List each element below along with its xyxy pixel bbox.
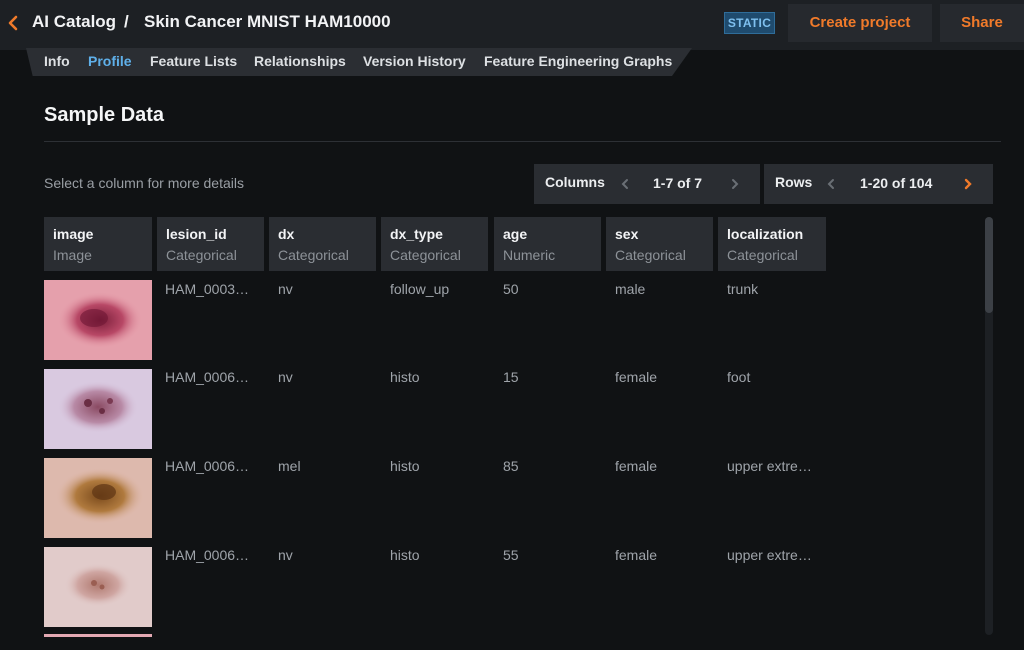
static-badge: STATIC — [724, 12, 775, 34]
cell-lesion-id: HAM_0006… — [165, 458, 250, 474]
column-hint: Select a column for more details — [44, 175, 244, 191]
top-header: AI Catalog / Skin Cancer MNIST HAM10000 … — [0, 0, 1024, 50]
column-type: Categorical — [278, 247, 349, 263]
back-chevron-icon[interactable] — [6, 13, 20, 33]
cell-age: 50 — [503, 281, 519, 297]
column-type: Image — [53, 247, 92, 263]
rows-pager: Rows 1-20 of 104 — [764, 164, 993, 204]
cell-lesion-id: HAM_0003… — [165, 281, 250, 297]
cell-dx-type: histo — [390, 369, 420, 385]
breadcrumb-ai-catalog[interactable]: AI Catalog — [32, 12, 116, 32]
section-divider — [44, 141, 1001, 142]
cell-localization: foot — [727, 369, 751, 385]
cell-dx-type: follow_up — [390, 281, 450, 297]
column-name: lesion_id — [166, 226, 227, 242]
cell-dx: mel — [278, 458, 301, 474]
column-header-image[interactable]: image Image — [44, 217, 152, 271]
columns-next-chevron-icon[interactable] — [728, 176, 742, 192]
cell-localization: upper extre… — [727, 458, 812, 474]
columns-pager: Columns 1-7 of 7 — [534, 164, 760, 204]
column-header-dx-type[interactable]: dx_type Categorical — [381, 217, 488, 271]
create-project-button[interactable]: Create project — [788, 4, 932, 42]
scrollbar-thumb[interactable] — [985, 217, 993, 313]
cell-dx: nv — [278, 281, 293, 297]
columns-prev-chevron-icon[interactable] — [618, 176, 632, 192]
lesion-image-thumbnail[interactable] — [44, 369, 152, 449]
column-type: Categorical — [727, 247, 798, 263]
lesion-image-thumbnail[interactable] — [44, 547, 152, 627]
column-type: Categorical — [166, 247, 237, 263]
column-name: sex — [615, 226, 639, 242]
column-name: dx_type — [390, 226, 443, 242]
breadcrumb-separator: / — [124, 12, 129, 31]
cell-dx: nv — [278, 369, 293, 385]
cell-age: 55 — [503, 547, 519, 563]
column-name: dx — [278, 226, 295, 242]
table-scrollbar[interactable] — [985, 217, 993, 635]
rows-next-chevron-icon[interactable] — [961, 176, 975, 192]
tab-feature-lists[interactable]: Feature Lists — [150, 53, 237, 69]
column-header-lesion-id[interactable]: lesion_id Categorical — [157, 217, 264, 271]
column-name: image — [53, 226, 94, 242]
cell-lesion-id: HAM_0006… — [165, 369, 250, 385]
columns-pager-label: Columns — [545, 174, 605, 190]
cell-dx: nv — [278, 547, 293, 563]
cell-localization: upper extre… — [727, 547, 812, 563]
lesion-image-thumbnail[interactable] — [44, 280, 152, 360]
cell-dx-type: histo — [390, 547, 420, 563]
cell-sex: female — [615, 369, 658, 385]
rows-pager-label: Rows — [775, 174, 813, 190]
cell-localization: trunk — [727, 281, 759, 297]
lesion-image-thumbnail[interactable] — [44, 458, 152, 538]
cell-dx-type: histo — [390, 458, 420, 474]
tab-relationships[interactable]: Relationships — [254, 53, 346, 69]
column-header-dx[interactable]: dx Categorical — [269, 217, 376, 271]
column-header-age[interactable]: age Numeric — [494, 217, 601, 271]
page-title: Skin Cancer MNIST HAM10000 — [144, 12, 391, 31]
column-name: localization — [727, 226, 804, 242]
lesion-image-thumbnail-partial — [44, 634, 152, 637]
columns-pager-range: 1-7 of 7 — [653, 175, 703, 191]
cell-sex: male — [615, 281, 646, 297]
column-header-sex[interactable]: sex Categorical — [606, 217, 713, 271]
tab-info[interactable]: Info — [44, 53, 70, 69]
cell-lesion-id: HAM_0006… — [165, 547, 250, 563]
column-type: Numeric — [503, 247, 556, 263]
column-name: age — [503, 226, 528, 242]
column-type: Categorical — [390, 247, 461, 263]
column-header-localization[interactable]: localization Categorical — [718, 217, 826, 271]
rows-prev-chevron-icon[interactable] — [824, 176, 838, 192]
cell-sex: female — [615, 458, 658, 474]
section-title: Sample Data — [44, 104, 165, 126]
cell-age: 85 — [503, 458, 519, 474]
tab-profile[interactable]: Profile — [88, 53, 132, 69]
rows-pager-range: 1-20 of 104 — [860, 175, 933, 191]
share-button[interactable]: Share — [940, 4, 1024, 42]
tab-feature-engineering-graphs[interactable]: Feature Engineering Graphs — [484, 53, 672, 69]
cell-sex: female — [615, 547, 658, 563]
tab-bar: Info Profile Feature Lists Relationships… — [26, 48, 692, 76]
cell-age: 15 — [503, 369, 519, 385]
column-type: Categorical — [615, 247, 686, 263]
tab-version-history[interactable]: Version History — [363, 53, 466, 69]
